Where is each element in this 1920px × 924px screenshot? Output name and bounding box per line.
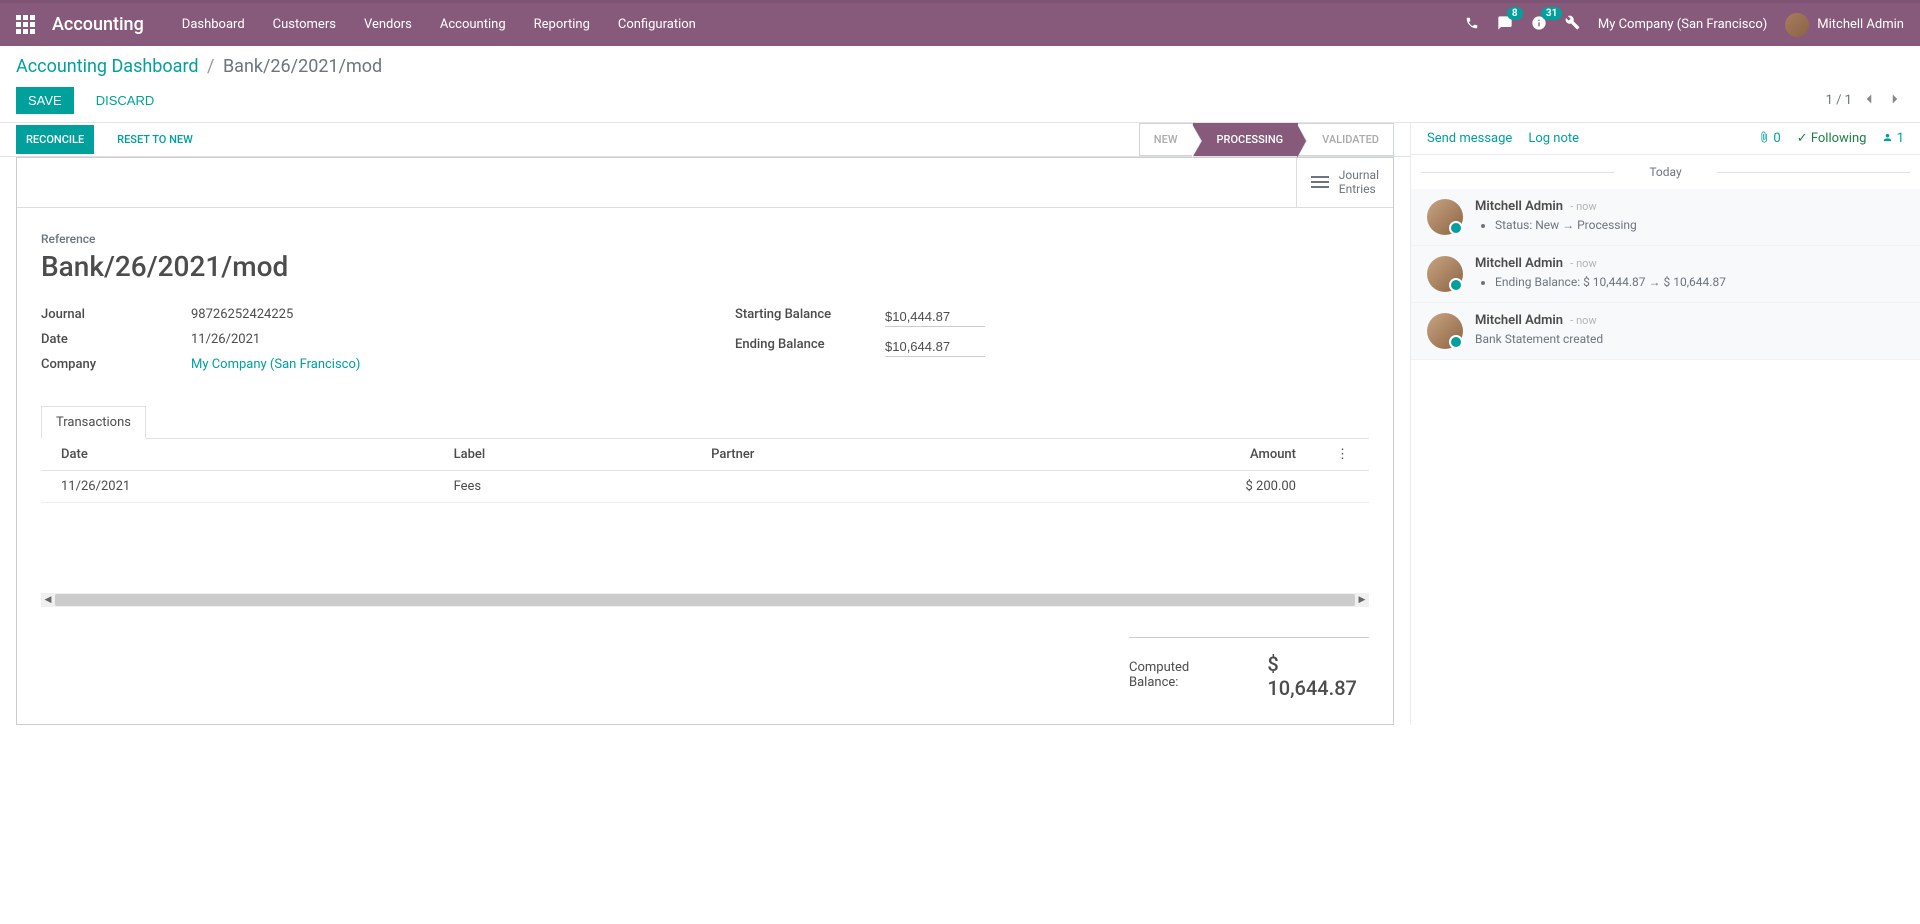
company-label: Company	[41, 357, 191, 372]
reference-value[interactable]: Bank/26/2021/mod	[41, 250, 1369, 283]
status-bar: New Processing Validated	[1139, 123, 1394, 156]
status-processing[interactable]: Processing	[1193, 123, 1299, 156]
date-value[interactable]: 11/26/2021	[191, 332, 675, 347]
chatter-today-separator: Today	[1411, 155, 1920, 189]
message-avatar	[1427, 199, 1463, 235]
status-new[interactable]: New	[1139, 123, 1193, 156]
apps-icon[interactable]	[16, 15, 36, 35]
reset-to-new-button[interactable]: Reset to New	[107, 125, 203, 154]
th-date[interactable]: Date	[41, 439, 434, 471]
message-time: - now	[1570, 314, 1596, 327]
scroll-left-icon[interactable]: ◀	[41, 595, 55, 605]
message-item: Ending Balance: $ 10,444.87 → $ 10,644.8…	[1495, 275, 1904, 289]
chatter-message: Mitchell Admin - now Bank Statement crea…	[1411, 303, 1920, 360]
cell-label: Fees	[434, 470, 692, 502]
company-link[interactable]: My Company (San Francisco)	[191, 357, 360, 372]
table-row[interactable]: 11/26/2021 Fees $ 200.00	[41, 470, 1369, 502]
journal-entries-label: JournalEntries	[1339, 168, 1379, 197]
chatter-panel: Send message Log note 0 ✓ Following 1 To…	[1410, 123, 1920, 725]
phone-icon[interactable]	[1465, 16, 1479, 34]
cell-date: 11/26/2021	[41, 470, 434, 502]
ending-balance-input[interactable]	[885, 337, 985, 357]
nav-dashboard[interactable]: Dashboard	[168, 3, 259, 46]
th-label[interactable]: Label	[434, 439, 692, 471]
message-time: - now	[1570, 200, 1596, 213]
save-button[interactable]: Save	[16, 87, 74, 114]
journal-entries-button[interactable]: JournalEntries	[1296, 158, 1393, 207]
following-button[interactable]: ✓ Following	[1797, 131, 1867, 146]
pager-next-icon[interactable]	[1886, 89, 1904, 113]
horizontal-scrollbar[interactable]: ◀ ▶	[41, 593, 1369, 607]
discard-button[interactable]: Discard	[84, 87, 167, 114]
attachments-button[interactable]: 0	[1758, 131, 1781, 146]
cell-partner	[691, 470, 990, 502]
transactions-table: Date Label Partner Amount ⋮ 11/26/2021 F…	[41, 439, 1369, 503]
chatter-message: Mitchell Admin - now Status: New → Proce…	[1411, 189, 1920, 246]
messages-badge: 8	[1507, 7, 1523, 20]
pager: 1 / 1	[1826, 89, 1904, 113]
tab-transactions[interactable]: Transactions	[41, 406, 146, 439]
scroll-right-icon[interactable]: ▶	[1355, 595, 1369, 605]
th-partner[interactable]: Partner	[691, 439, 990, 471]
chatter-message: Mitchell Admin - now Ending Balance: $ 1…	[1411, 246, 1920, 303]
message-author: Mitchell Admin	[1475, 256, 1563, 271]
debug-icon[interactable]	[1565, 15, 1580, 34]
tabs: Transactions	[41, 406, 1369, 439]
message-avatar	[1427, 256, 1463, 292]
pager-prev-icon[interactable]	[1860, 89, 1878, 113]
nav-vendors[interactable]: Vendors	[350, 3, 426, 46]
nav-configuration[interactable]: Configuration	[604, 3, 710, 46]
user-avatar	[1785, 13, 1809, 37]
status-validated[interactable]: Validated	[1298, 123, 1394, 156]
breadcrumb: Accounting Dashboard / Bank/26/2021/mod	[16, 56, 1904, 77]
journal-value: 98726252424225	[191, 307, 675, 322]
computed-balance-value: $ 10,644.87	[1267, 652, 1369, 700]
app-brand[interactable]: Accounting	[52, 14, 144, 35]
nav-accounting[interactable]: Accounting	[426, 3, 520, 46]
message-text: Bank Statement created	[1475, 332, 1904, 346]
messages-icon[interactable]: 8	[1497, 15, 1513, 35]
form-view: Reconcile Reset to New New Processing Va…	[0, 123, 1410, 725]
reference-label: Reference	[41, 232, 1369, 246]
nav-customers[interactable]: Customers	[259, 3, 350, 46]
cell-amount: $ 200.00	[991, 470, 1316, 502]
message-author: Mitchell Admin	[1475, 313, 1563, 328]
breadcrumb-current: Bank/26/2021/mod	[223, 56, 382, 77]
user-menu[interactable]: Mitchell Admin	[1785, 13, 1904, 37]
reconcile-button[interactable]: Reconcile	[16, 125, 94, 154]
scroll-track[interactable]	[55, 594, 1355, 606]
activities-icon[interactable]: 31	[1531, 15, 1547, 35]
th-amount[interactable]: Amount	[991, 439, 1316, 471]
message-avatar	[1427, 313, 1463, 349]
control-panel: Accounting Dashboard / Bank/26/2021/mod …	[0, 46, 1920, 123]
nav-reporting[interactable]: Reporting	[520, 3, 604, 46]
pager-text: 1 / 1	[1826, 93, 1852, 108]
user-name: Mitchell Admin	[1817, 17, 1904, 32]
breadcrumb-parent[interactable]: Accounting Dashboard	[16, 56, 199, 77]
activities-badge: 31	[1541, 7, 1562, 20]
th-menu-icon[interactable]: ⋮	[1316, 439, 1369, 471]
send-message-button[interactable]: Send message	[1427, 131, 1512, 146]
message-time: - now	[1570, 257, 1596, 270]
starting-balance-input[interactable]	[885, 307, 985, 327]
message-item: Status: New → Processing	[1495, 218, 1904, 232]
computed-balance-label: Computed Balance:	[1129, 660, 1237, 690]
log-note-button[interactable]: Log note	[1528, 131, 1579, 146]
journal-label: Journal	[41, 307, 191, 322]
followers-button[interactable]: 1	[1882, 131, 1904, 146]
starting-balance-label: Starting Balance	[735, 307, 885, 327]
company-selector[interactable]: My Company (San Francisco)	[1598, 17, 1767, 32]
list-icon	[1311, 176, 1329, 188]
ending-balance-label: Ending Balance	[735, 337, 885, 357]
top-navbar: Accounting Dashboard Customers Vendors A…	[0, 0, 1920, 46]
nav-menu: Dashboard Customers Vendors Accounting R…	[168, 3, 710, 46]
message-author: Mitchell Admin	[1475, 199, 1563, 214]
date-label: Date	[41, 332, 191, 347]
